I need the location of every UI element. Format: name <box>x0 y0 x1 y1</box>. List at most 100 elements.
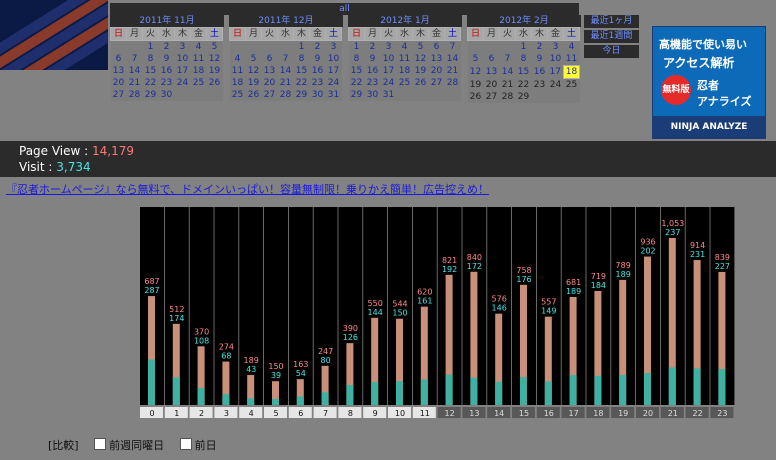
visit-data-label: 192 <box>442 265 457 274</box>
visit-bar <box>668 367 676 405</box>
hour-tick-label: 19 <box>618 409 628 418</box>
visit-bar <box>396 381 403 405</box>
hour-tick-label: 2 <box>199 409 204 418</box>
visit-data-label: 108 <box>194 336 209 345</box>
hour-tick-label: 7 <box>323 409 328 418</box>
visit-data-label: 202 <box>640 247 655 256</box>
visit-data-label: 146 <box>492 304 507 313</box>
visit-data-label: 68 <box>221 352 231 361</box>
visit-bar <box>544 381 552 405</box>
compare-prev-day-label: 前日 <box>194 439 217 452</box>
pageview-data-label: 576 <box>492 295 507 304</box>
visit-bar <box>470 377 478 405</box>
visit-bar <box>197 387 205 405</box>
hour-tick-label: 22 <box>693 409 703 418</box>
visit-data-label: 54 <box>296 369 306 378</box>
visit-data-label: 126 <box>343 333 358 342</box>
pageview-data-label: 840 <box>467 253 482 262</box>
pageview-data-label: 544 <box>392 300 407 309</box>
visit-data-label: 189 <box>566 287 581 296</box>
visit-bar <box>172 377 180 405</box>
pageview-data-label: 936 <box>640 238 655 247</box>
compare-options: [比較] 前週同曜日 前日 <box>48 437 217 453</box>
visit-bar <box>148 359 155 405</box>
pageview-data-label: 839 <box>715 253 730 262</box>
hourly-access-chart: 6872870512174137010822746831894341503951… <box>140 207 735 418</box>
visit-bar <box>644 372 651 405</box>
compare-prev-week-checkbox[interactable] <box>94 438 107 450</box>
visit-bar <box>569 375 577 405</box>
hour-tick-label: 10 <box>395 409 405 418</box>
hour-tick-label: 20 <box>643 409 653 418</box>
pageview-data-label: 370 <box>194 327 209 336</box>
visit-data-label: 144 <box>368 308 383 317</box>
visit-bar <box>371 382 379 405</box>
visit-data-label: 80 <box>321 356 331 365</box>
pageview-data-label: 390 <box>343 324 358 333</box>
visit-data-label: 150 <box>392 309 407 318</box>
hour-tick-label: 23 <box>717 409 727 418</box>
pageview-data-label: 821 <box>442 256 457 265</box>
hour-tick-label: 5 <box>273 409 278 418</box>
visit-bar <box>619 375 627 405</box>
hour-tick-label: 17 <box>569 409 579 418</box>
compare-label: [比較] <box>48 439 79 452</box>
pageview-data-label: 681 <box>566 278 581 287</box>
pageview-data-label: 789 <box>616 261 631 270</box>
visit-data-label: 161 <box>417 297 432 306</box>
visit-data-label: 172 <box>467 262 482 271</box>
visit-data-label: 174 <box>169 314 184 323</box>
pageview-data-label: 512 <box>169 305 184 314</box>
pageview-data-label: 687 <box>144 277 159 286</box>
pageview-data-label: 758 <box>516 266 531 275</box>
visit-data-label: 39 <box>271 371 281 380</box>
visit-bar <box>594 375 602 405</box>
visit-data-label: 231 <box>690 250 705 259</box>
hour-tick-label: 1 <box>174 409 179 418</box>
pageview-data-label: 620 <box>417 288 432 297</box>
pageview-data-label: 557 <box>541 298 556 307</box>
hour-tick-label: 15 <box>519 409 529 418</box>
pageview-data-label: 163 <box>293 360 308 369</box>
pageview-data-label: 719 <box>591 272 606 281</box>
compare-prev-day-checkbox[interactable] <box>179 438 192 450</box>
visit-bar <box>420 379 428 405</box>
pageview-data-label: 550 <box>368 299 383 308</box>
visit-bar <box>693 368 701 405</box>
hour-tick-label: 21 <box>668 409 678 418</box>
pageview-data-label: 914 <box>690 241 705 250</box>
visit-data-label: 43 <box>246 365 256 374</box>
visit-data-label: 176 <box>516 275 531 284</box>
hour-tick-label: 14 <box>494 409 504 418</box>
hour-tick-label: 16 <box>544 409 554 418</box>
visit-data-label: 237 <box>665 228 680 237</box>
hour-tick-label: 18 <box>593 409 603 418</box>
compare-prev-week-label: 前週同曜日 <box>109 439 165 452</box>
hour-tick-label: 6 <box>298 409 303 418</box>
hour-tick-label: 9 <box>373 409 378 418</box>
visit-bar <box>222 394 230 405</box>
visit-bar <box>445 374 453 405</box>
hour-tick-label: 3 <box>224 409 229 418</box>
visit-bar <box>520 377 527 405</box>
visit-data-label: 184 <box>591 281 606 290</box>
visit-data-label: 227 <box>715 262 730 271</box>
visit-bar <box>718 368 726 405</box>
visit-data-label: 189 <box>616 270 631 279</box>
visit-bar <box>495 381 503 405</box>
pageview-data-label: 189 <box>244 356 259 365</box>
visit-bar <box>296 396 304 405</box>
visit-bar <box>247 398 255 405</box>
visit-bar <box>321 392 329 405</box>
hour-tick-label: 13 <box>469 409 479 418</box>
hour-tick-label: 4 <box>249 409 254 418</box>
hour-tick-label: 0 <box>149 409 154 418</box>
pageview-data-label: 274 <box>219 343 234 352</box>
visit-bar <box>272 398 279 405</box>
pageview-data-label: 247 <box>318 347 333 356</box>
hour-tick-label: 12 <box>445 409 455 418</box>
pageview-data-label: 150 <box>268 362 283 371</box>
visit-data-label: 287 <box>144 286 159 295</box>
hour-tick-label: 11 <box>420 409 430 418</box>
hour-tick-label: 8 <box>348 409 353 418</box>
